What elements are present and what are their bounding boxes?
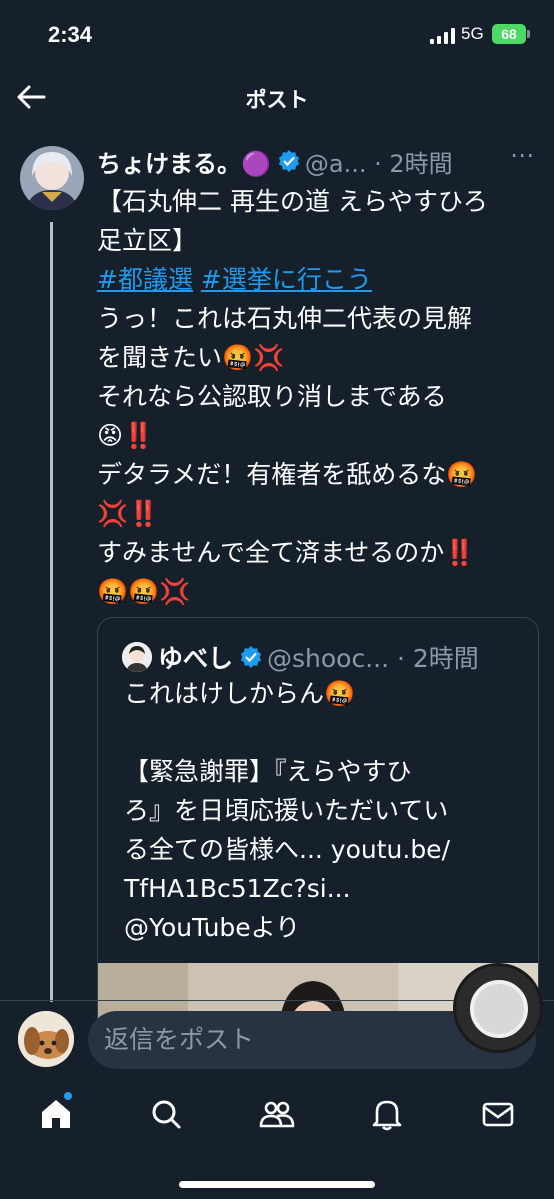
hashtag-link[interactable]: #都議選	[97, 265, 193, 294]
communities-icon	[257, 1101, 297, 1138]
author-name[interactable]: ちょけまる。🟣	[97, 144, 271, 179]
quote-line: @YouTubeより	[124, 913, 301, 942]
quote-author-name: ゆべし	[158, 644, 234, 673]
post-line: うっ！これは石丸伸二代表の見解	[97, 304, 473, 333]
network-type: 5G	[461, 24, 484, 43]
quote-line: TfHA1Bc51Zc?si...	[124, 874, 351, 903]
mail-icon	[478, 1102, 518, 1138]
tab-messages[interactable]	[478, 1094, 518, 1134]
current-user-avatar[interactable]	[18, 1011, 74, 1067]
post-line: 【石丸伸二 再生の道 えらやすひろ	[97, 187, 488, 216]
post-line: 😡‼️	[97, 421, 155, 450]
post-line: それなら公認取り消しまである	[97, 382, 447, 411]
home-indicator	[179, 1181, 375, 1188]
post-line: すみませんで全て済ませるのか‼️	[97, 538, 476, 567]
page-title: ポスト	[245, 88, 309, 112]
tab-search[interactable]	[146, 1094, 186, 1134]
home-icon	[36, 1100, 76, 1138]
verified-badge-icon	[277, 149, 301, 173]
quote-line	[124, 713, 524, 752]
battery-indicator: 68	[492, 24, 526, 44]
post-line: 足立区】	[97, 226, 198, 255]
quote-line: これはけしからん🤬	[124, 679, 356, 708]
notification-dot	[64, 1092, 72, 1100]
more-options-icon[interactable]: ⋯	[510, 141, 534, 169]
quote-text: これはけしからん🤬 【緊急謝罪】『えらやすひ ろ』を日頃応援いただいてい る全て…	[124, 674, 524, 947]
post-line: デタラメだ！有権者を舐めるな🤬	[97, 460, 478, 489]
author-avatar[interactable]	[20, 146, 84, 210]
post-text: 【石丸伸二 再生の道 えらやすひろ 足立区】 #都議選 #選挙に行こう うっ！こ…	[97, 182, 537, 611]
tab-notifications[interactable]	[367, 1094, 407, 1134]
post-line: 🤬🤬💢	[97, 577, 191, 606]
quote-line: 【緊急謝罪】『えらやすひ	[124, 757, 412, 786]
quote-header: ゆべし @shooc... · 2時間	[158, 639, 479, 675]
bell-icon	[367, 1100, 407, 1138]
quote-line: る全ての皆様へ... youtu.be/	[124, 835, 450, 864]
signal-icon	[430, 28, 456, 44]
thread-line	[50, 222, 53, 1002]
quote-author-handle-time: @shooc... · 2時間	[267, 644, 479, 673]
post-line: 💢‼️	[97, 499, 160, 528]
post-header: ちょけまる。🟣 @a... · 2時間	[97, 143, 542, 179]
tab-home[interactable]	[36, 1094, 76, 1134]
hashtag-link[interactable]: #選挙に行こう	[201, 265, 372, 294]
hashtag-row: #都議選 #選挙に行こう	[97, 260, 537, 299]
battery-tip	[527, 30, 530, 38]
search-icon	[146, 1100, 186, 1138]
assistive-touch-inner	[470, 980, 528, 1038]
verified-badge-icon	[239, 645, 263, 669]
quote-author-avatar	[122, 642, 152, 672]
status-time: 2:34	[48, 22, 93, 47]
post-line: を聞きたい🤬💢	[97, 343, 285, 372]
tab-communities[interactable]	[257, 1094, 297, 1134]
quote-line: ろ』を日頃応援いただいてい	[124, 796, 449, 825]
author-handle-time[interactable]: @a... · 2時間	[305, 144, 453, 179]
